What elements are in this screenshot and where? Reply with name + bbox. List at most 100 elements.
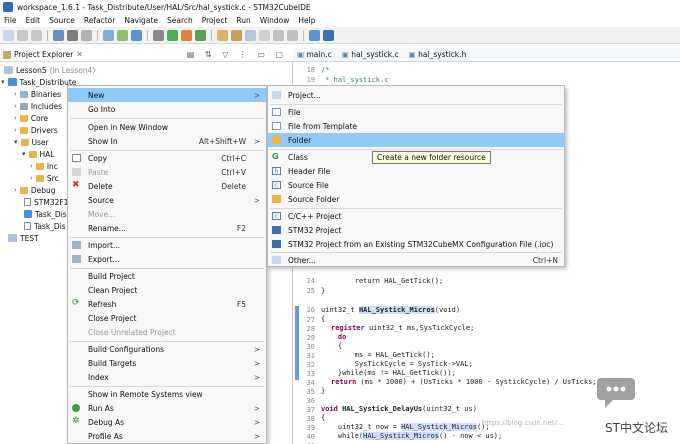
menu-item-refresh[interactable]: ⟳ Refresh F5	[68, 297, 266, 311]
submenu-item-source-file[interactable]: c Source File	[268, 178, 564, 192]
submenu-item-other[interactable]: Other... Ctrl+N	[268, 253, 564, 267]
submenu-item-folder[interactable]: Folder	[268, 133, 564, 147]
menu-item-paste[interactable]: Paste Ctrl+V	[68, 165, 266, 179]
chevron-right-icon[interactable]: ›	[30, 162, 33, 170]
chevron-right-icon[interactable]: ›	[30, 174, 33, 182]
run-ext-icon[interactable]	[195, 29, 206, 41]
back-icon[interactable]	[273, 29, 284, 41]
tree-item-hal[interactable]: ▾ HAL	[22, 148, 54, 160]
chevron-right-icon[interactable]: ›	[14, 126, 17, 134]
menu-edit[interactable]: Edit	[26, 16, 41, 25]
menu-item-new[interactable]: New >	[68, 88, 266, 102]
search-icon[interactable]	[245, 29, 256, 41]
menu-item-copy[interactable]: Copy Ctrl+C	[68, 151, 266, 165]
watermark-url: https://blog.csdn.net/...	[482, 419, 564, 427]
menu-item-delete[interactable]: ✖ Delete Delete	[68, 179, 266, 193]
settings-icon[interactable]	[103, 29, 114, 41]
tree-item-stm32f1[interactable]: STM32F1	[24, 196, 68, 208]
chevron-down-icon[interactable]: ▾	[14, 138, 18, 146]
menu-item-import[interactable]: Import...	[68, 238, 266, 252]
open-type-icon[interactable]	[217, 29, 228, 41]
menu-item-open-new-window[interactable]: Open in New Window	[68, 120, 266, 134]
tree-item-drivers[interactable]: › Drivers	[14, 124, 58, 136]
tree-item-inc[interactable]: › Inc	[30, 160, 58, 172]
forward-icon[interactable]	[287, 29, 298, 41]
submenu-item-project[interactable]: Project...	[268, 88, 564, 102]
menu-item-build-configurations[interactable]: Build Configurations >	[68, 342, 266, 356]
tree-item-test[interactable]: TEST	[8, 232, 39, 244]
chevron-right-icon[interactable]: ›	[14, 90, 17, 98]
tab-main-c[interactable]: ▣ main.c	[297, 50, 332, 59]
debug-icon[interactable]	[181, 29, 192, 41]
submenu-item-stm32-project-ioc[interactable]: STM32 Project from an Existing STM32Cube…	[268, 237, 564, 251]
info-icon[interactable]	[323, 29, 334, 41]
menu-run[interactable]: Run	[236, 16, 250, 25]
menu-item-rename[interactable]: Rename... F2	[68, 221, 266, 235]
menu-project[interactable]: Project	[202, 16, 228, 25]
chevron-down-icon[interactable]: ▾	[1, 78, 5, 86]
device-icon[interactable]	[117, 29, 128, 41]
menu-window[interactable]: Window	[260, 16, 290, 25]
build-icon[interactable]	[53, 29, 64, 41]
menu-item-show-in[interactable]: Show In Alt+Shift+W >	[68, 134, 266, 148]
menu-item-close-unrelated[interactable]: Close Unrelated Project	[68, 325, 266, 339]
manage-icon[interactable]	[81, 29, 92, 41]
menu-item-build-project[interactable]: Build Project	[68, 269, 266, 283]
hammer-icon[interactable]	[67, 29, 78, 41]
menu-item-source[interactable]: Source >	[68, 193, 266, 207]
menu-item-remote-systems[interactable]: Show in Remote Systems view	[68, 387, 266, 401]
close-icon[interactable]: ✕	[76, 50, 83, 59]
menu-item-export[interactable]: Export...	[68, 252, 266, 266]
folder-icon	[19, 126, 28, 134]
menu-item-debug-as[interactable]: ✲ Debug As >	[68, 415, 266, 429]
menu-item-close-project[interactable]: Close Project	[68, 311, 266, 325]
menu-search[interactable]: Search	[167, 16, 193, 25]
debug-config-icon[interactable]	[153, 29, 164, 41]
menu-navigate[interactable]: Navigate	[124, 16, 158, 25]
submenu-item-source-folder[interactable]: Source Folder	[268, 192, 564, 206]
perspective-icon[interactable]	[309, 29, 320, 41]
menu-source[interactable]: Source	[49, 16, 75, 25]
tab-hal-systick-h[interactable]: ▣ hal_systick.h	[409, 50, 467, 59]
menu-item-move[interactable]: Move...	[68, 207, 266, 221]
chevron-right-icon[interactable]: ›	[14, 186, 17, 194]
submenu-item-file-template[interactable]: File from Template	[268, 119, 564, 133]
view-menu-icon[interactable]: ▤ ⇅ ▽ ⋮ ▭ ▢	[187, 50, 287, 59]
tree-item-task-dis-2[interactable]: Task_Dis	[24, 220, 66, 232]
save-all-icon[interactable]	[31, 29, 42, 41]
run-icon[interactable]	[167, 29, 178, 41]
menu-item-index[interactable]: Index >	[68, 370, 266, 384]
annotation-icon[interactable]	[259, 29, 270, 41]
chevron-right-icon[interactable]: ›	[14, 114, 17, 122]
chevron-right-icon[interactable]: ›	[14, 102, 17, 110]
code-line: uint32_t HAL_Systick_Micros(void)	[321, 306, 461, 314]
tree-item-task-distribute[interactable]: ▾ Task_Distribute	[1, 76, 76, 88]
tree-item-includes[interactable]: › Includes	[14, 100, 62, 112]
tab-hal-systick-c[interactable]: ▣ hal_systick.c	[342, 50, 399, 59]
menu-item-profile-as[interactable]: Profile As >	[68, 429, 266, 443]
tree-item-lesson5[interactable]: Lesson5 (in Lesson4)	[4, 64, 95, 76]
open-resource-icon[interactable]	[231, 29, 242, 41]
explorer-title[interactable]: Project Explorer	[14, 50, 73, 59]
menu-item-build-targets[interactable]: Build Targets >	[68, 356, 266, 370]
submenu-item-stm32-project[interactable]: STM32 Project	[268, 223, 564, 237]
menu-item-run-as[interactable]: Run As >	[68, 401, 266, 415]
tree-item-core[interactable]: › Core	[14, 112, 48, 124]
menu-refactor[interactable]: Refactor	[84, 16, 115, 25]
new-icon[interactable]	[3, 29, 14, 41]
submenu-item-c-cpp-project[interactable]: c C/C++ Project	[268, 209, 564, 223]
menu-item-go-into[interactable]: Go Into	[68, 102, 266, 116]
tree-item-user[interactable]: ▾ User	[14, 136, 49, 148]
chevron-down-icon[interactable]: ▾	[22, 150, 26, 158]
submenu-item-header-file[interactable]: h Header File	[268, 164, 564, 178]
submenu-item-file[interactable]: File	[268, 105, 564, 119]
tree-item-src[interactable]: › Src	[30, 172, 59, 184]
menu-item-clean-project[interactable]: Clean Project	[68, 283, 266, 297]
tree-item-debug[interactable]: › Debug	[14, 184, 55, 196]
menu-file[interactable]: File	[4, 16, 17, 25]
tree-item-binaries[interactable]: › Binaries	[14, 88, 61, 100]
save-icon[interactable]	[17, 29, 28, 41]
target-icon[interactable]	[131, 29, 142, 41]
menu-help[interactable]: Help	[298, 16, 315, 25]
tree-item-task-dis-1[interactable]: Task_Dis	[24, 208, 67, 220]
